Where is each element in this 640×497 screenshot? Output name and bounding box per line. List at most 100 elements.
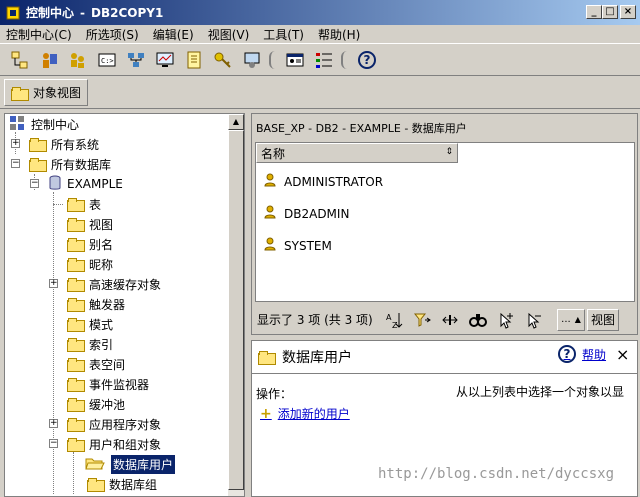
column-header-name[interactable]: 名称 ⇕ <box>256 143 458 163</box>
tree-item-example-db[interactable]: EXAMPLE <box>49 174 123 194</box>
menu-help[interactable]: 帮助(H) <box>318 26 360 43</box>
task-icon[interactable] <box>124 48 148 72</box>
user-icon <box>264 237 276 254</box>
select-all-icon[interactable] <box>495 309 517 331</box>
list-item[interactable]: DB2ADMIN <box>264 205 349 222</box>
tree-label: 所有数据库 <box>51 157 112 172</box>
user-icon <box>264 205 276 222</box>
columns-icon[interactable] <box>439 309 461 331</box>
tree-collapse[interactable]: − <box>11 159 20 168</box>
tree-label: 应用程序对象 <box>89 417 162 432</box>
tree-item-schemas[interactable]: 模式 <box>67 314 113 334</box>
tree-item-indexes[interactable]: 索引 <box>67 334 113 354</box>
object-tree: 控制中心 + 所有系统 − 所有数据库 − EXAMPLE 表 视图 别名 昵称… <box>5 114 229 496</box>
license-icon[interactable] <box>211 48 235 72</box>
tree-item-all-systems[interactable]: 所有系统 <box>29 134 99 154</box>
list-icon[interactable] <box>312 48 336 72</box>
tree-root[interactable]: 控制中心 <box>9 114 79 134</box>
tree-expand[interactable]: + <box>11 139 20 148</box>
tree-label: 索引 <box>89 337 114 352</box>
tab-object-view[interactable]: 对象视图 <box>4 79 89 106</box>
tree-item-cache-objects[interactable]: 高速缓存对象 <box>67 274 161 294</box>
tree-label: 数据库组 <box>109 477 158 492</box>
menu-control-center[interactable]: 控制中心(C) <box>6 26 72 43</box>
folder-icon <box>11 86 29 101</box>
tree-item-nicknames[interactable]: 昵称 <box>67 254 113 274</box>
database-icon <box>49 175 61 194</box>
help-icon[interactable]: ? <box>355 48 379 72</box>
watermark: http://blog.csdn.net/dyccsxg <box>378 466 615 482</box>
tree-label: 表 <box>89 197 102 212</box>
find-icon[interactable] <box>467 309 489 331</box>
menu-selected[interactable]: 所选项(S) <box>86 26 139 43</box>
title-separator: - <box>80 5 85 20</box>
object-icon[interactable] <box>37 48 61 72</box>
detail-hint: 从以上列表中选择一个对象以显 <box>456 385 625 399</box>
tree-collapse[interactable]: − <box>30 179 39 188</box>
dialog-icon[interactable] <box>283 48 307 72</box>
tree-expand[interactable]: + <box>49 279 58 288</box>
caret-up-icon: ▲ <box>574 315 581 324</box>
tree-label: 所有系统 <box>51 137 100 152</box>
folder-icon <box>67 358 85 372</box>
tree-item-triggers[interactable]: 触发器 <box>67 294 125 314</box>
list-item[interactable]: ADMINISTRATOR <box>264 173 383 190</box>
scroll-thumb[interactable] <box>228 130 244 490</box>
tree-connector <box>73 452 74 494</box>
user-icon <box>264 173 276 190</box>
tree-item-db-users[interactable]: 数据库用户 <box>85 454 176 474</box>
monitor-icon[interactable] <box>153 48 177 72</box>
list-item[interactable]: SYSTEM <box>264 237 332 254</box>
journal-icon[interactable] <box>182 48 206 72</box>
sort-az-icon[interactable]: AZ <box>383 309 405 331</box>
tree-item-app-objects[interactable]: 应用程序对象 <box>67 414 161 434</box>
folder-icon <box>67 218 85 232</box>
more-label: ... <box>561 314 571 325</box>
tree-icon[interactable] <box>8 48 32 72</box>
deselect-icon[interactable] <box>523 309 545 331</box>
help-link[interactable]: ? 帮助 <box>558 345 606 363</box>
tree-collapse[interactable]: − <box>49 439 58 448</box>
open-folder-icon <box>85 456 105 473</box>
filter-icon[interactable] <box>411 309 433 331</box>
add-user-link[interactable]: + 添加新的用户 <box>260 405 350 422</box>
help-icon: ? <box>558 345 576 363</box>
tree-label: 视图 <box>89 217 114 232</box>
detail-header: 数据库用户 <box>258 347 352 367</box>
users-icon[interactable] <box>66 48 90 72</box>
tree-item-all-databases[interactable]: 所有数据库 <box>29 154 111 174</box>
tree-label: 用户和组对象 <box>89 437 162 452</box>
command-icon[interactable]: C:> <box>95 48 119 72</box>
tree-connector <box>53 204 63 205</box>
tree-label: 昵称 <box>89 257 114 272</box>
tree-item-tables[interactable]: 表 <box>67 194 101 214</box>
tree-item-bufferpools[interactable]: 缓冲池 <box>67 394 125 414</box>
title-bar: 控制中心 - DB2COPY1 _ □ × <box>0 0 640 25</box>
object-tree-pane: 控制中心 + 所有系统 − 所有数据库 − EXAMPLE 表 视图 别名 昵称… <box>4 113 245 497</box>
menu-view[interactable]: 视图(V) <box>208 26 250 43</box>
minimize-button[interactable]: _ <box>586 5 602 19</box>
tree-scrollbar[interactable]: ▲ <box>228 114 244 496</box>
tree-expand[interactable]: + <box>49 419 58 428</box>
view-button[interactable]: 视图 <box>587 308 620 331</box>
folder-icon <box>67 258 85 272</box>
config-icon[interactable] <box>240 48 264 72</box>
menu-tools[interactable]: 工具(T) <box>263 26 304 43</box>
menu-edit[interactable]: 编辑(E) <box>153 26 194 43</box>
user-name: SYSTEM <box>284 238 332 253</box>
tree-item-db-groups[interactable]: 数据库组 <box>87 474 157 494</box>
tree-item-user-group-objects[interactable]: 用户和组对象 <box>67 434 161 454</box>
tree-item-event-monitors[interactable]: 事件监视器 <box>67 374 149 394</box>
control-center-icon <box>9 115 25 134</box>
folder-icon <box>87 478 105 492</box>
item-count: 显示了 3 项 (共 3 项) <box>257 313 373 327</box>
scroll-up-icon[interactable]: ▲ <box>228 114 244 130</box>
tree-item-views[interactable]: 视图 <box>67 214 113 234</box>
close-button[interactable]: × <box>620 5 636 19</box>
tree-item-aliases[interactable]: 别名 <box>67 234 113 254</box>
tree-item-tablespaces[interactable]: 表空间 <box>67 354 125 374</box>
more-button[interactable]: ... ▲ <box>557 308 585 331</box>
maximize-button[interactable]: □ <box>602 5 618 19</box>
list-status-bar: 显示了 3 项 (共 3 项) AZ ... ▲ 视图 <box>255 306 635 333</box>
close-detail-icon[interactable]: × <box>616 345 629 364</box>
